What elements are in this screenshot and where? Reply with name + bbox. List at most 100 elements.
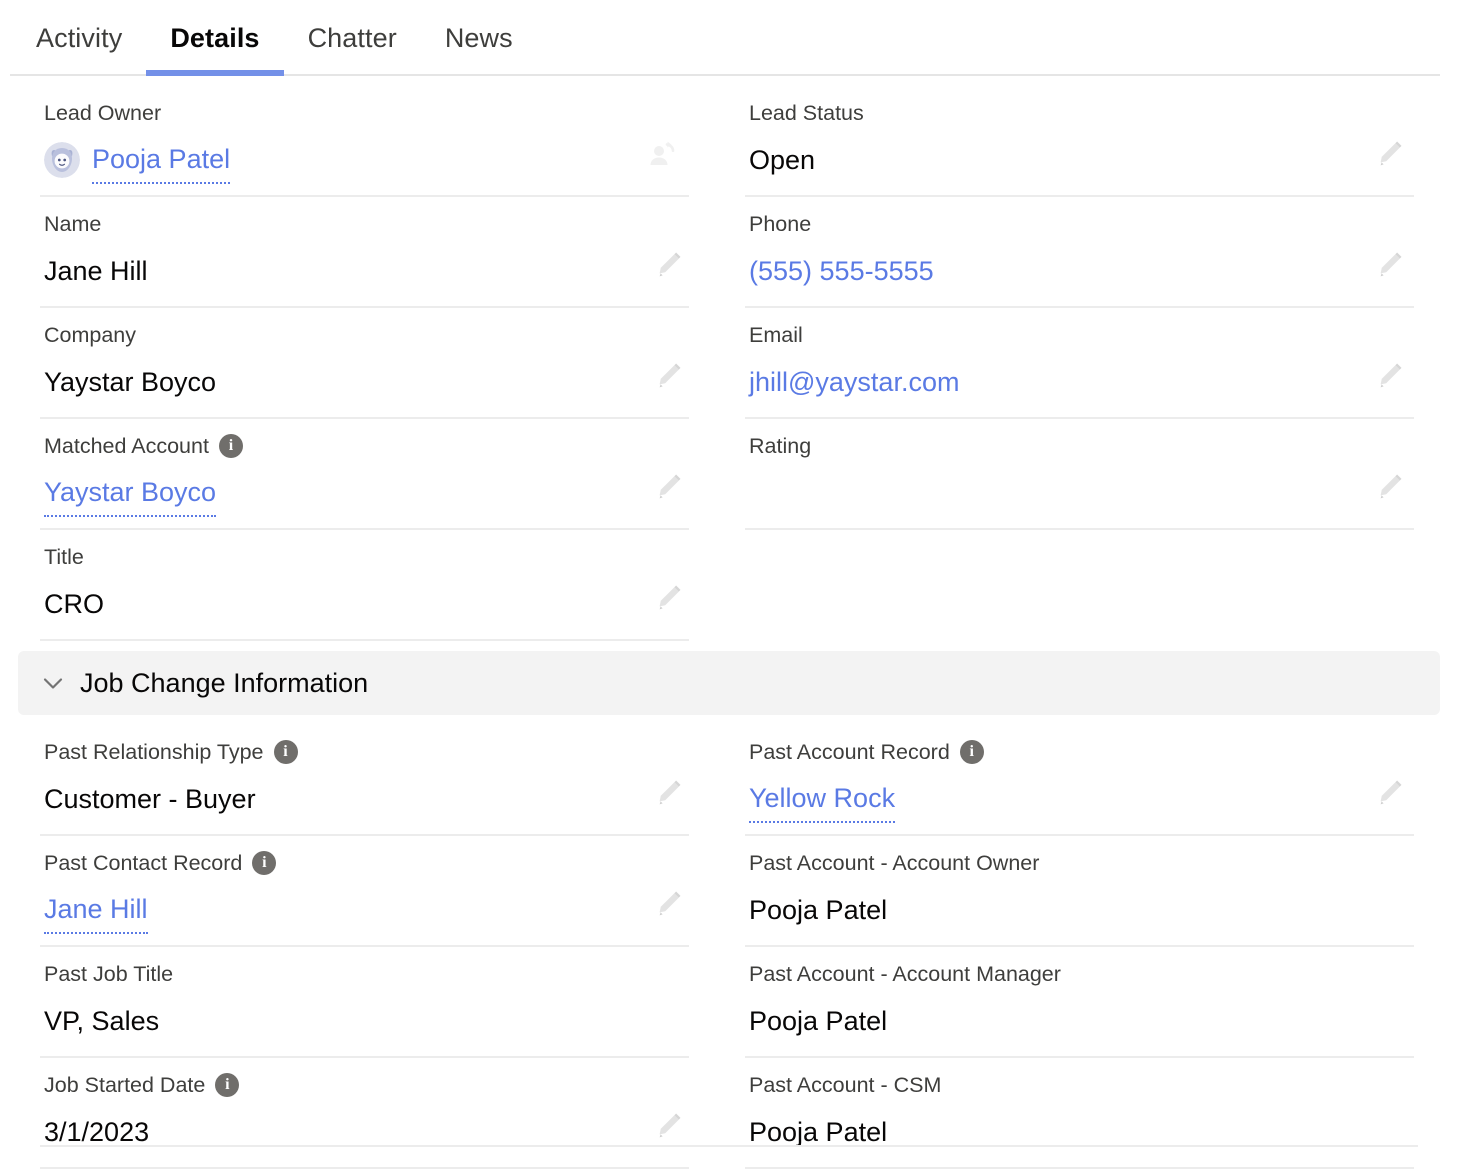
field-email-value-row: jhill@yaystar.com [749, 357, 1414, 407]
edit-pencil-icon[interactable] [1374, 778, 1404, 808]
field-past-account-account-owner-label-row: Past Account - Account Owner [749, 846, 1414, 880]
field-lead-status: Lead Status Open [745, 86, 1414, 197]
edit-pencil-icon[interactable] [1374, 250, 1404, 280]
field-name-label: Name [44, 212, 102, 236]
field-past-relationship-type-value: Customer - Buyer [44, 784, 256, 814]
field-name-value: Jane Hill [44, 256, 148, 286]
edit-pencil-icon[interactable] [653, 889, 683, 919]
field-matched-account: Matched Account i Yaystar Boyco [40, 419, 689, 530]
field-past-account-account-owner-value: Pooja Patel [749, 895, 888, 925]
field-lead-owner: Lead Owner Pooja Patel [40, 86, 689, 197]
field-phone-value-row: (555) 555-5555 [749, 246, 1414, 296]
field-email-value[interactable]: jhill@yaystar.com [749, 360, 959, 404]
field-job-started-date-value: 3/1/2023 [44, 1117, 150, 1147]
field-past-account-record: Past Account Record i Yellow Rock [745, 725, 1414, 836]
field-past-account-account-owner-label: Past Account - Account Owner [749, 851, 1040, 875]
field-name: Name Jane Hill [40, 197, 689, 308]
section-title: Job Change Information [80, 667, 369, 698]
info-icon[interactable]: i [959, 740, 984, 764]
change-owner-icon[interactable] [647, 139, 679, 171]
field-past-job-title-value: VP, Sales [44, 1006, 160, 1036]
field-phone-label: Phone [749, 212, 812, 236]
field-phone-label-row: Phone [749, 207, 1414, 241]
job-change-right-column: Past Account Record i Yellow Rock Past A… [729, 725, 1458, 1169]
field-past-account-record-label-row: Past Account Record i [749, 735, 1414, 769]
field-matched-account-label: Matched Account [44, 434, 209, 458]
field-past-contact-record-value[interactable]: Jane Hill [44, 887, 148, 934]
astro-avatar [44, 142, 80, 178]
field-job-started-date-label-row: Job Started Date i [44, 1068, 689, 1102]
edit-pencil-icon[interactable] [653, 583, 683, 613]
field-job-started-date-label: Job Started Date [44, 1073, 206, 1097]
field-job-started-date: Job Started Date i 3/1/2023 [40, 1058, 689, 1169]
field-past-job-title-label-row: Past Job Title [44, 957, 689, 991]
details-right-column: Lead Status Open Phone (555) 555-5555 Em… [729, 86, 1458, 641]
field-email: Email jhill@yaystar.com [745, 308, 1414, 419]
field-lead-owner-label: Lead Owner [44, 101, 162, 125]
field-past-account-account-manager-label-row: Past Account - Account Manager [749, 957, 1414, 991]
field-lead-status-value-row: Open [749, 135, 1414, 185]
record-tab-bar: Activity Details Chatter News [0, 0, 1458, 76]
tab-details[interactable]: Details [146, 0, 284, 76]
field-past-contact-record-value-row: Jane Hill [44, 885, 689, 935]
edit-pencil-icon[interactable] [653, 1111, 683, 1141]
edit-pencil-icon[interactable] [653, 361, 683, 391]
field-name-value-row: Jane Hill [44, 246, 689, 296]
field-past-relationship-type-label: Past Relationship Type [44, 740, 264, 764]
field-company: Company Yaystar Boyco [40, 308, 689, 419]
section-header-job-change-information[interactable]: Job Change Information [18, 651, 1440, 715]
tab-news[interactable]: News [421, 0, 537, 76]
edit-pencil-icon[interactable] [1374, 139, 1404, 169]
field-name-label-row: Name [44, 207, 689, 241]
field-past-job-title-value-row: VP, Sales [44, 996, 689, 1046]
field-past-account-csm-label-row: Past Account - CSM [749, 1068, 1414, 1102]
field-past-account-account-owner: Past Account - Account Owner Pooja Patel [745, 836, 1414, 947]
info-icon[interactable]: i [273, 740, 298, 764]
field-matched-account-value[interactable]: Yaystar Boyco [44, 470, 217, 517]
field-past-account-account-manager: Past Account - Account Manager Pooja Pat… [745, 947, 1414, 1058]
edit-pencil-icon[interactable] [653, 472, 683, 502]
field-past-relationship-type-label-row: Past Relationship Type i [44, 735, 689, 769]
edit-pencil-icon[interactable] [1374, 472, 1404, 502]
field-company-label-row: Company [44, 318, 689, 352]
field-past-contact-record-label-row: Past Contact Record i [44, 846, 689, 880]
info-icon[interactable]: i [252, 851, 277, 875]
field-email-label: Email [749, 323, 803, 347]
field-past-account-record-value-row: Yellow Rock [749, 774, 1414, 824]
edit-pencil-icon[interactable] [653, 778, 683, 808]
field-phone-value[interactable]: (555) 555-5555 [749, 249, 934, 293]
field-job-started-date-value-row: 3/1/2023 [44, 1107, 689, 1157]
info-icon[interactable]: i [218, 434, 243, 458]
page-bottom-divider [40, 1145, 1418, 1147]
field-past-account-account-owner-value-row: Pooja Patel [749, 885, 1414, 935]
info-icon[interactable]: i [215, 1073, 240, 1097]
field-rating-label-row: Rating [749, 429, 1414, 463]
field-title-value: CRO [44, 589, 104, 619]
field-lead-status-label-row: Lead Status [749, 96, 1414, 130]
field-past-contact-record-label: Past Contact Record [44, 851, 243, 875]
field-past-relationship-type-value-row: Customer - Buyer [44, 774, 689, 824]
field-past-account-csm-label: Past Account - CSM [749, 1073, 942, 1097]
field-past-account-csm: Past Account - CSM Pooja Patel [745, 1058, 1414, 1169]
field-lead-status-value: Open [749, 145, 816, 175]
field-past-account-record-label: Past Account Record [749, 740, 950, 764]
tab-chatter-label: Chatter [307, 22, 397, 53]
field-past-account-account-manager-value-row: Pooja Patel [749, 996, 1414, 1046]
field-past-contact-record: Past Contact Record i Jane Hill [40, 836, 689, 947]
tab-chatter[interactable]: Chatter [284, 0, 421, 76]
field-past-account-record-value[interactable]: Yellow Rock [749, 776, 896, 823]
field-company-value-row: Yaystar Boyco [44, 357, 689, 407]
edit-pencil-icon[interactable] [1374, 361, 1404, 391]
chevron-down-icon[interactable] [40, 670, 66, 696]
field-past-account-csm-value: Pooja Patel [749, 1117, 888, 1147]
field-lead-owner-label-row: Lead Owner [44, 96, 689, 130]
edit-pencil-icon[interactable] [653, 250, 683, 280]
tab-activity-label: Activity [36, 22, 123, 53]
field-matched-account-value-row: Yaystar Boyco [44, 468, 689, 518]
details-left-column: Lead Owner Pooja Patel Name Jane Hill Co… [0, 86, 729, 641]
tab-activity[interactable]: Activity [10, 0, 146, 76]
field-title: Title CRO [40, 530, 689, 641]
field-lead-owner-value-row: Pooja Patel [44, 135, 689, 185]
field-title-label-row: Title [44, 540, 689, 574]
field-lead-owner-value[interactable]: Pooja Patel [92, 137, 231, 184]
